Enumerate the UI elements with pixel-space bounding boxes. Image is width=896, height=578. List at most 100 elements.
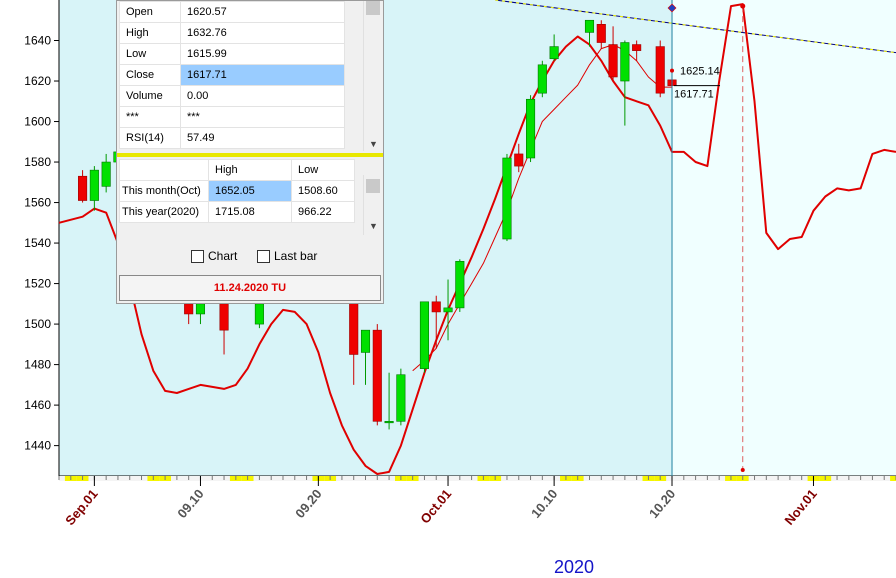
y-tick-label: 1560: [24, 196, 51, 210]
range-scrollbar[interactable]: ▼: [363, 175, 382, 235]
panel-divider[interactable]: [117, 153, 383, 157]
y-tick-label: 1640: [24, 34, 51, 48]
candle: [608, 44, 618, 78]
candle: [219, 303, 229, 331]
future-marker-top-dot: [740, 3, 746, 9]
ohlc-scrollbar[interactable]: ▼: [363, 1, 382, 151]
chart-checkbox-label: Chart: [208, 249, 238, 263]
y-tick-label: 1580: [24, 155, 51, 169]
y-tick-label: 1480: [24, 358, 51, 372]
scroll-thumb[interactable]: [366, 179, 380, 193]
range-header-empty: [119, 159, 209, 181]
y-tick-label: 1540: [24, 236, 51, 250]
candle: [101, 161, 111, 187]
candle: [549, 46, 559, 60]
candle: [502, 157, 512, 240]
y-tick-label: 1520: [24, 277, 51, 291]
candle: [620, 42, 630, 82]
ohlc-label: Volume: [119, 85, 181, 107]
ohlc-value: ***: [180, 106, 345, 128]
ohlc-label: RSI(14): [119, 127, 181, 149]
y-tick-label: 1460: [24, 398, 51, 412]
range-header-low: Low: [291, 159, 355, 181]
x-tick-label: Sep.01: [62, 486, 100, 528]
date-label: 11.24.2020 TU: [119, 275, 381, 301]
price-label: 1625.14: [680, 66, 720, 78]
range-table: High Low This month(Oct) 1652.05 1508.60…: [119, 159, 355, 223]
scroll-down-icon[interactable]: ▼: [369, 139, 378, 149]
ohlc-value: 57.49: [180, 127, 345, 149]
weekend-marker: [890, 476, 896, 481]
candle: [372, 329, 382, 422]
x-tick-label: 10.20: [646, 486, 678, 521]
y-tick-label: 1440: [24, 439, 51, 453]
ohlc-label: Low: [119, 43, 181, 65]
x-tick-label: 09.10: [174, 486, 206, 521]
ohlc-label: High: [119, 22, 181, 44]
x-axis: Sep.01 09.10 09.20 Oct.01 10.10 10.20 Nov.01: [58, 475, 896, 528]
ohlc-label: Open: [119, 1, 181, 23]
y-axis: 1440 1460 1480 1500 1520 1540 1560 1580 1600 1620…: [24, 0, 60, 476]
ohlc-value: 1615.99: [180, 43, 345, 65]
y-tick-label: 1600: [24, 115, 51, 129]
chart-checkbox[interactable]: Chart: [191, 249, 237, 263]
checkbox-box[interactable]: [191, 249, 204, 263]
price-marker-dot: [670, 68, 675, 73]
range-high: 1652.05: [208, 180, 292, 202]
checkbox-box[interactable]: [257, 249, 270, 263]
price-label: 1617.71: [674, 89, 714, 101]
candle: [89, 169, 99, 201]
ohlc-label: ***: [119, 106, 181, 128]
range-row: This year(2020) 1715.08 966.22: [119, 201, 355, 223]
candle: [443, 307, 453, 313]
range-low: 966.22: [291, 201, 355, 223]
year-label: 2020: [554, 557, 594, 577]
candle: [655, 46, 665, 94]
candle: [537, 64, 547, 94]
y-tick-label: 1620: [24, 74, 51, 88]
x-tick-label: 10.10: [528, 486, 560, 521]
range-row: This month(Oct) 1652.05 1508.60: [119, 180, 355, 202]
scroll-thumb[interactable]: [366, 1, 380, 15]
lastbar-checkbox[interactable]: Last bar: [257, 249, 317, 263]
range-header-high: High: [208, 159, 292, 181]
range-low: 1508.60: [291, 180, 355, 202]
candle: [396, 374, 406, 422]
ohlc-row: *** ***: [119, 106, 345, 128]
candle: [584, 19, 595, 33]
info-panel[interactable]: Open 1620.57 High 1632.76 Low 1615.99 Close 161…: [116, 0, 384, 304]
candle: [184, 303, 194, 315]
range-label: This month(Oct): [119, 180, 209, 202]
scroll-down-icon[interactable]: ▼: [369, 221, 378, 231]
candle: [431, 301, 441, 313]
candle: [455, 260, 465, 309]
candle: [632, 44, 642, 51]
lastbar-checkbox-label: Last bar: [274, 249, 318, 263]
ohlc-row: Close 1617.71: [119, 64, 345, 86]
candle: [419, 301, 429, 369]
y-tick-label: 1500: [24, 317, 51, 331]
x-tick-label: Nov.01: [782, 486, 820, 528]
range-label: This year(2020): [119, 201, 209, 223]
ohlc-row: High 1632.76: [119, 22, 345, 44]
ohlc-row: Low 1615.99: [119, 43, 345, 65]
future-marker-dot: [740, 468, 745, 472]
ohlc-value: 1620.57: [180, 1, 345, 23]
x-tick-label: 09.20: [292, 486, 324, 521]
x-tick-label: Oct.01: [417, 486, 454, 526]
ohlc-row: RSI(14) 57.49: [119, 127, 345, 149]
ohlc-row: Volume 0.00: [119, 85, 345, 107]
ohlc-table: Open 1620.57 High 1632.76 Low 1615.99 Close 161…: [119, 1, 345, 149]
range-header-row: High Low: [119, 159, 355, 181]
range-high: 1715.08: [208, 201, 292, 223]
ohlc-value: 0.00: [180, 85, 345, 107]
candle: [514, 153, 524, 167]
candle: [254, 303, 264, 325]
candle: [78, 175, 88, 201]
candle: [596, 24, 606, 43]
candle: [360, 329, 371, 353]
candle: [526, 98, 536, 159]
ohlc-value: 1632.76: [180, 22, 345, 44]
ohlc-label: Close: [119, 64, 181, 86]
ohlc-row: Open 1620.57: [119, 1, 345, 23]
